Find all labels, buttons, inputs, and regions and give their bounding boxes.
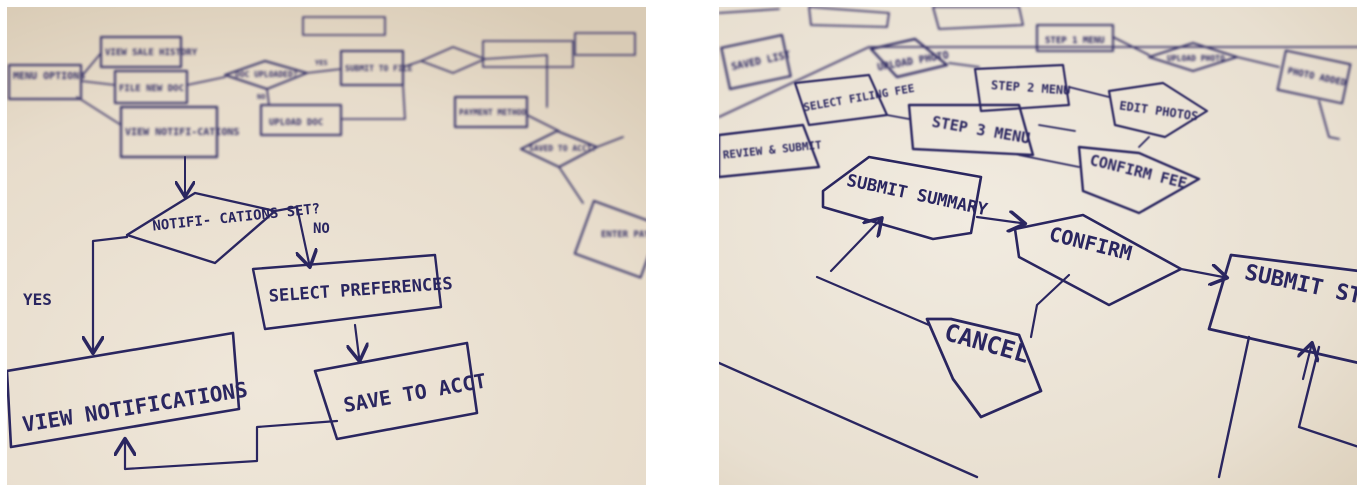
left-flowchart-photo: MENU OPTIONS VIEW SALE HISTORY FILE NEW … xyxy=(7,7,646,485)
right-flowchart-sketch: SAVED LIST UPLOAD PHOTO STEP 1 MENU UPLO… xyxy=(719,7,1357,485)
step-1-menu-label: STEP 1 MENU xyxy=(1045,36,1105,46)
enter-pay-label: ENTER PAY xyxy=(601,230,646,240)
payment-method-label: PAYMENT METHOD xyxy=(459,108,527,117)
saved-to-acct-label: SAVED TO ACCT? xyxy=(529,144,597,153)
right-flowchart-photo: SAVED LIST UPLOAD PHOTO STEP 1 MENU UPLO… xyxy=(719,7,1357,485)
view-sale-history-label: VIEW SALE HISTORY xyxy=(105,48,198,58)
doc-uploaded-label: DOC UPLOADED? xyxy=(235,70,298,79)
yes-small-label: YES xyxy=(315,59,328,67)
view-notifications-top-label: VIEW NOTIFI-CATIONS xyxy=(125,127,239,138)
menu-options-label: MENU OPTIONS xyxy=(13,71,85,82)
no-small-label: NO xyxy=(257,93,265,101)
paper-background xyxy=(719,7,1357,485)
yes-branch-label: YES xyxy=(23,290,52,309)
submit-to-file-label: SUBMIT TO FILE xyxy=(345,64,413,73)
upload-doc-label: UPLOAD DOC xyxy=(269,118,323,128)
left-flowchart-sketch: MENU OPTIONS VIEW SALE HISTORY FILE NEW … xyxy=(7,7,646,485)
file-new-doc-label: FILE NEW DOC xyxy=(119,84,184,94)
upload-diamond-label: UPLOAD PHOTO xyxy=(1167,54,1225,63)
no-branch-label: NO xyxy=(313,221,330,237)
